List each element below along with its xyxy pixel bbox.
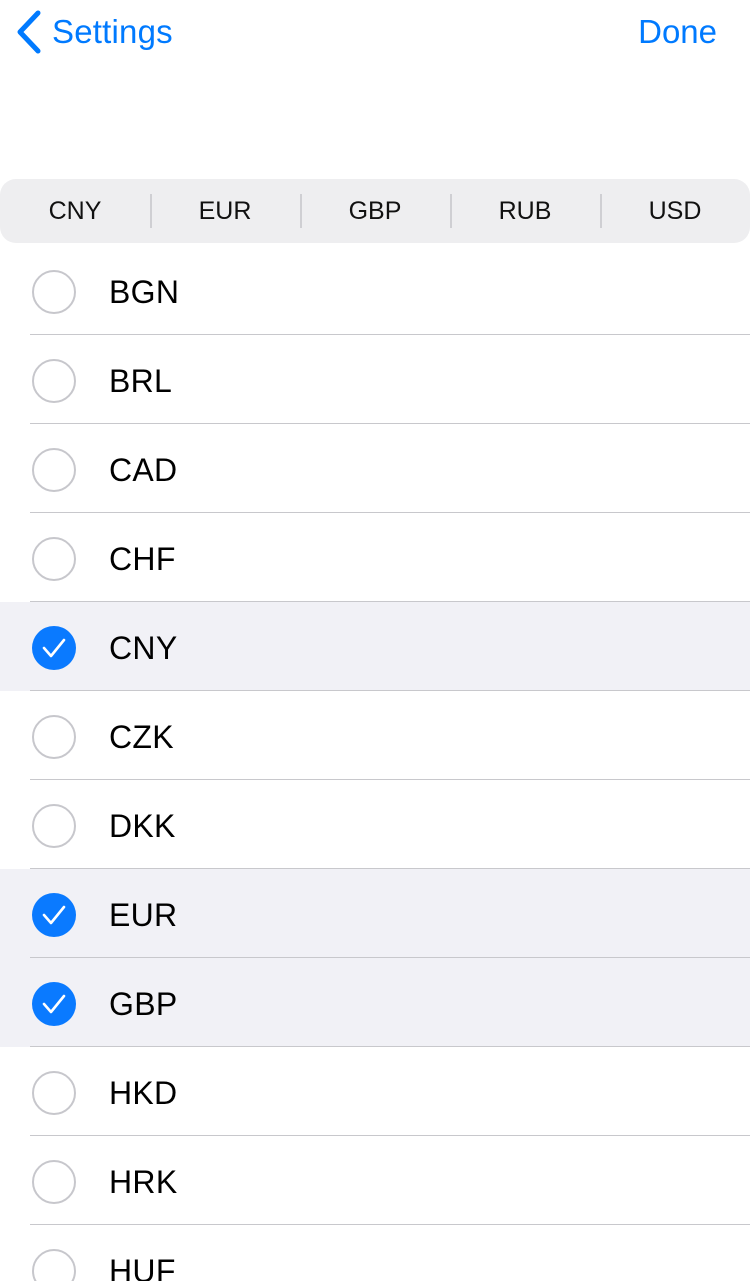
currency-row-cny[interactable]: CNY — [0, 602, 750, 691]
currency-code: HRK — [109, 1164, 178, 1200]
checkmark-circle-icon[interactable] — [32, 982, 76, 1026]
currency-code: DKK — [109, 808, 176, 844]
currency-code: CZK — [109, 719, 174, 755]
radio-circle-icon[interactable] — [32, 537, 76, 581]
segment-usd[interactable]: USD — [600, 179, 750, 243]
chevron-left-icon — [16, 10, 42, 54]
checkmark-circle-icon[interactable] — [32, 626, 76, 670]
radio-circle-icon[interactable] — [32, 448, 76, 492]
radio-circle-icon[interactable] — [32, 1160, 76, 1204]
back-button-label: Settings — [52, 13, 173, 50]
currency-row-hrk[interactable]: HRK — [0, 1136, 750, 1225]
currency-row-eur[interactable]: EUR — [0, 869, 750, 958]
radio-circle-icon[interactable] — [32, 715, 76, 759]
checkmark-icon — [42, 905, 66, 925]
radio-circle-icon[interactable] — [32, 1071, 76, 1115]
currency-row-dkk[interactable]: DKK — [0, 780, 750, 869]
currency-code: HUF — [109, 1253, 176, 1281]
segment-gbp[interactable]: GBP — [300, 179, 450, 243]
currency-code: CHF — [109, 541, 176, 577]
radio-circle-icon[interactable] — [32, 270, 76, 314]
currency-list: BGN BRL CAD CHF CNY CZK DKK EUR GBP HKD … — [0, 246, 750, 1281]
currency-code: CAD — [109, 452, 178, 488]
radio-circle-icon[interactable] — [32, 1249, 76, 1281]
currency-code: EUR — [109, 897, 178, 933]
currency-row-bgn[interactable]: BGN — [0, 246, 750, 335]
currency-row-gbp[interactable]: GBP — [0, 958, 750, 1047]
currency-row-hkd[interactable]: HKD — [0, 1047, 750, 1136]
checkmark-circle-icon[interactable] — [32, 893, 76, 937]
currency-row-czk[interactable]: CZK — [0, 691, 750, 780]
currency-code: BGN — [109, 274, 180, 310]
segment-eur[interactable]: EUR — [150, 179, 300, 243]
selected-currencies-segmented-control: CNY EUR GBP RUB USD — [0, 179, 750, 243]
currency-row-huf[interactable]: HUF — [0, 1225, 750, 1281]
checkmark-icon — [42, 638, 66, 658]
done-button[interactable]: Done — [638, 8, 717, 56]
segment-cny[interactable]: CNY — [0, 179, 150, 243]
navigation-bar: Settings Done — [0, 0, 750, 64]
segment-rub[interactable]: RUB — [450, 179, 600, 243]
back-button[interactable]: Settings — [16, 8, 173, 56]
currency-code: CNY — [109, 630, 178, 666]
currency-code: HKD — [109, 1075, 178, 1111]
currency-code: BRL — [109, 363, 173, 399]
currency-row-cad[interactable]: CAD — [0, 424, 750, 513]
radio-circle-icon[interactable] — [32, 359, 76, 403]
checkmark-icon — [42, 994, 66, 1014]
radio-circle-icon[interactable] — [32, 804, 76, 848]
currency-selection-screen: Settings Done CNY EUR GBP RUB USD BGN BRL CA… — [0, 0, 750, 1281]
currency-row-brl[interactable]: BRL — [0, 335, 750, 424]
currency-code: GBP — [109, 986, 178, 1022]
currency-row-chf[interactable]: CHF — [0, 513, 750, 602]
